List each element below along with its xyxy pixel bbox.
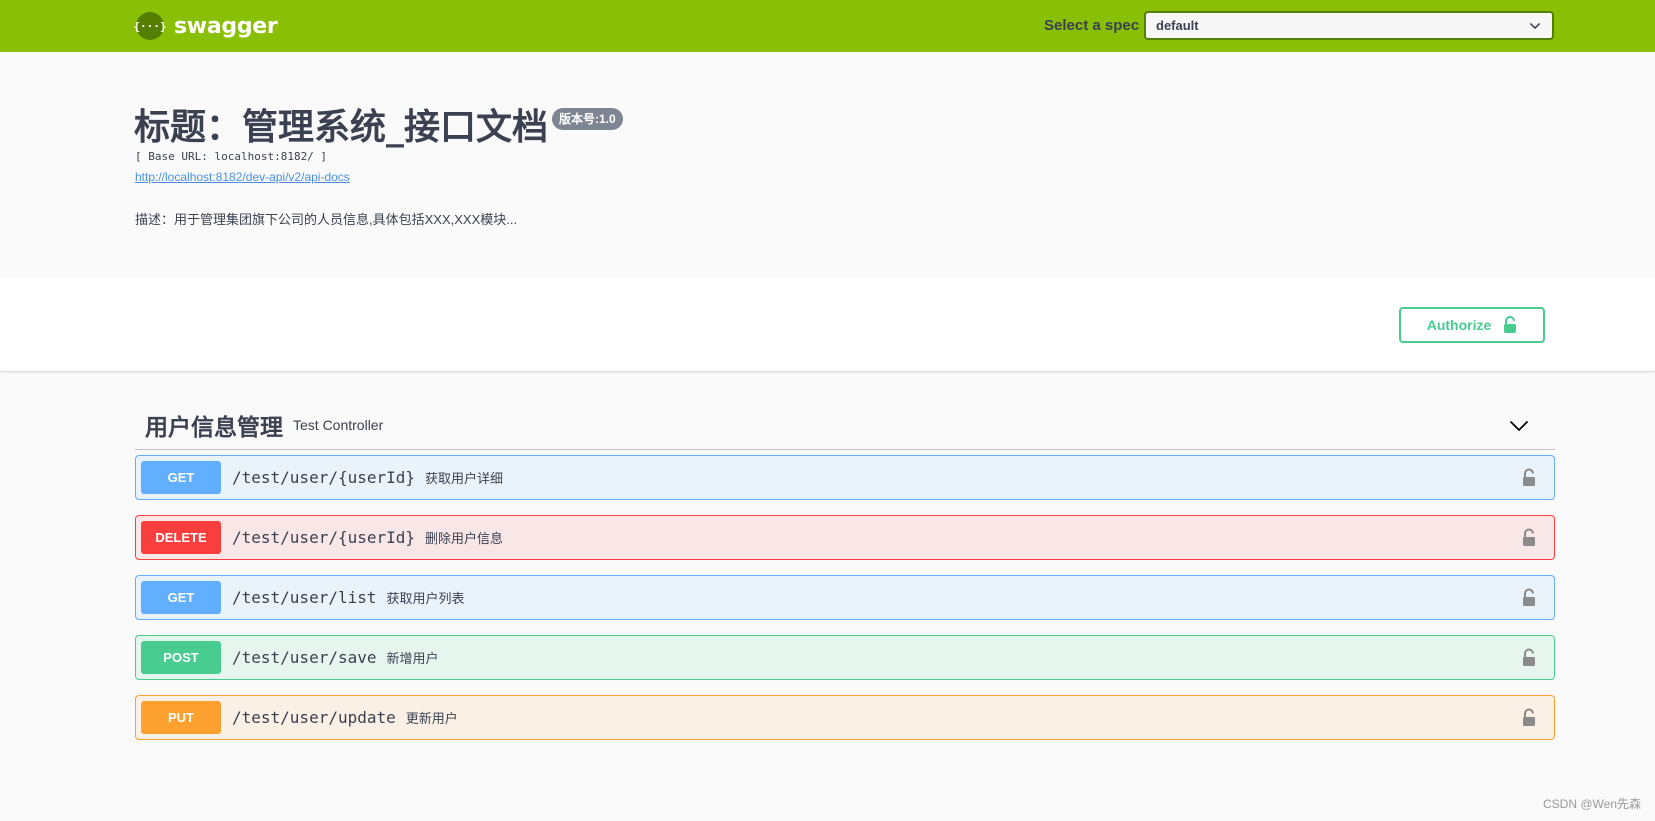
operation-path: /test/user/{userId} <box>232 468 416 487</box>
scheme-container: Authorize <box>0 277 1655 371</box>
watermark: CSDN @Wen先森 <box>1543 797 1641 811</box>
method-badge: GET <box>141 461 221 494</box>
title-wrap: 标题：管理系统_接口文档 版本号:1.0 <box>134 106 623 150</box>
lock-icon[interactable] <box>1522 708 1536 727</box>
method-badge: GET <box>141 581 221 614</box>
method-badge: DELETE <box>141 521 221 554</box>
authorize-label: Authorize <box>1426 317 1492 333</box>
select-spec-label: Select a spec <box>1044 17 1140 34</box>
lock-icon[interactable] <box>1522 588 1536 607</box>
operation-path: /test/user/update <box>232 708 396 727</box>
opblock-get-user-list[interactable]: GET /test/user/list 获取用户列表 <box>135 575 1555 620</box>
lock-icon[interactable] <box>1522 468 1536 487</box>
base-url: [ Base URL: localhost:8182/ ] <box>135 150 328 163</box>
operation-summary: 新增用户 <box>386 651 439 666</box>
operation-summary: 删除用户信息 <box>425 531 504 546</box>
api-docs-link[interactable]: http://localhost:8182/dev-api/v2/api-doc… <box>135 170 350 184</box>
chevron-down-icon[interactable] <box>1509 416 1529 436</box>
api-description: 描述：用于管理集团旗下公司的人员信息,具体包括XXX,XXX模块... <box>135 212 518 227</box>
operation-path: /test/user/save <box>232 648 377 667</box>
opblock-put-user-update[interactable]: PUT /test/user/update 更新用户 <box>135 695 1555 740</box>
opblock-get-user-detail[interactable]: GET /test/user/{userId} 获取用户详细 <box>135 455 1555 500</box>
operation-path: /test/user/{userId} <box>232 528 416 547</box>
info-section: 标题：管理系统_接口文档 版本号:1.0 [ Base URL: localho… <box>0 52 1655 277</box>
authorize-button[interactable]: Authorize <box>1399 307 1545 343</box>
opblock-delete-user[interactable]: DELETE /test/user/{userId} 删除用户信息 <box>135 515 1555 560</box>
tag-header[interactable]: 用户信息管理 Test Controller <box>135 400 1555 450</box>
chevron-down-icon <box>1530 22 1540 29</box>
unlock-icon <box>1504 316 1517 333</box>
page-title: 标题：管理系统_接口文档 <box>134 107 549 148</box>
version-badge: 版本号:1.0 <box>552 108 623 130</box>
method-badge: POST <box>141 641 221 674</box>
tag-description: Test Controller <box>293 416 384 433</box>
swagger-logo-icon: {···} <box>133 12 167 40</box>
topbar: {···} swagger Select a spec default <box>0 0 1655 52</box>
operation-path: /test/user/list <box>232 588 377 607</box>
spec-select-value: default <box>1156 18 1199 33</box>
operation-summary: 更新用户 <box>405 711 458 726</box>
brand-name: swagger <box>174 13 278 39</box>
opblock-post-user-save[interactable]: POST /test/user/save 新增用户 <box>135 635 1555 680</box>
lock-icon[interactable] <box>1522 528 1536 547</box>
method-badge: PUT <box>141 701 221 734</box>
operation-summary: 获取用户列表 <box>386 591 465 606</box>
operation-summary: 获取用户详细 <box>425 471 504 486</box>
tag-name: 用户信息管理 <box>145 414 283 441</box>
lock-icon[interactable] <box>1522 648 1536 667</box>
spec-select[interactable]: default <box>1144 11 1554 40</box>
swagger-brand-link[interactable]: {···} swagger <box>133 11 278 41</box>
